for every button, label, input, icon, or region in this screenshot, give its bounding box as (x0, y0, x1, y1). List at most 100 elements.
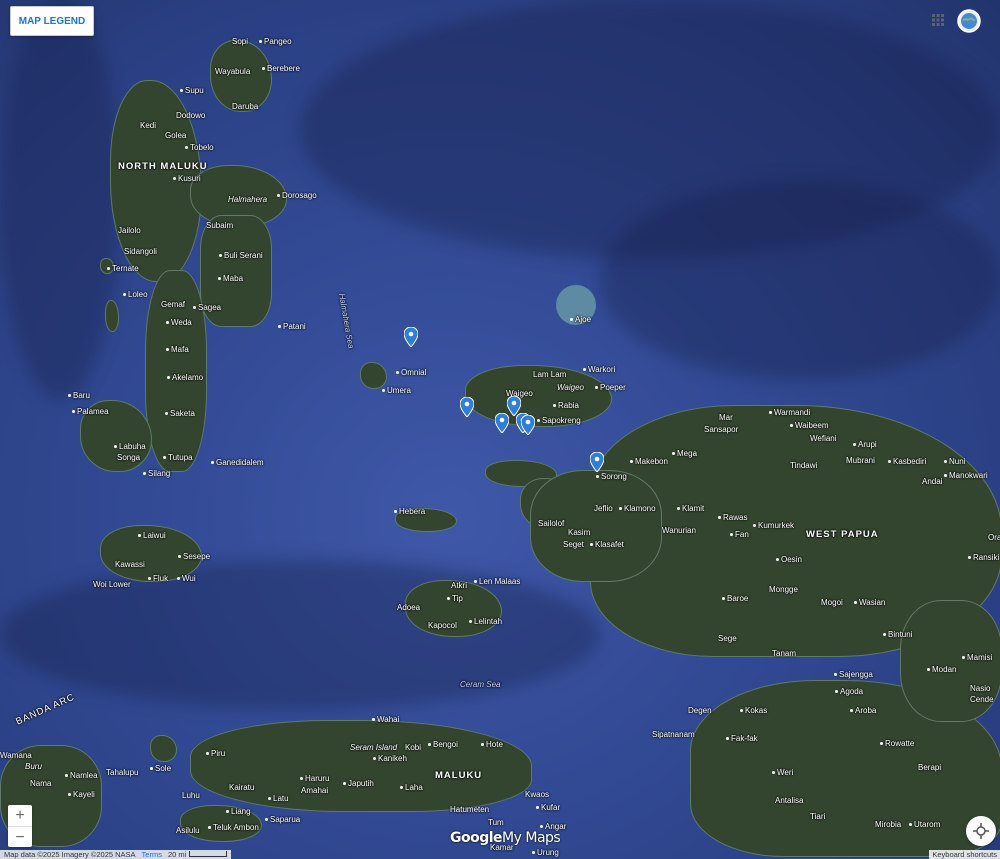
place-label: Dorosago (277, 191, 317, 201)
place-label: Weda (166, 318, 192, 328)
map-legend-button[interactable]: MAP LEGEND (10, 6, 94, 36)
place-label: Pangeo (259, 37, 292, 47)
place-label: Tanam (772, 649, 797, 658)
place-label: Umera (382, 386, 411, 396)
place-label: Rawas (718, 513, 747, 523)
place-label: Poeper (595, 383, 626, 393)
map-marker-icon[interactable] (495, 413, 509, 433)
place-label: Wefiani (810, 434, 837, 443)
place-label: Kokas (740, 706, 767, 716)
region-label-maluku: MALUKU (435, 770, 483, 781)
place-label: Lelintah (469, 617, 502, 627)
locate-me-button[interactable] (966, 816, 996, 846)
place-label: Fak-fak (726, 734, 758, 744)
place-label: Dodowo (176, 111, 206, 120)
place-label: Patani (278, 322, 306, 332)
place-label: Agoda (835, 687, 863, 697)
place-label: Haruru (300, 774, 329, 784)
place-label: Arupi (853, 440, 877, 450)
place-label: Sidangoli (124, 247, 157, 256)
place-label: Kusuri (173, 174, 201, 184)
island-label-seram: Seram Island (350, 743, 398, 752)
place-label: Baru (68, 391, 90, 401)
place-label: Sapokreng (537, 416, 581, 426)
globe-account-icon[interactable] (957, 9, 981, 33)
place-label: Nama (30, 779, 52, 788)
map-marker-icon[interactable] (460, 397, 474, 417)
island-label-halmahera: Halmahera (228, 195, 268, 204)
place-label: Asilulu (176, 826, 200, 835)
zoom-out-button[interactable]: − (8, 827, 32, 848)
place-label: Rowatte (880, 739, 914, 749)
place-label: Silang (143, 469, 170, 479)
place-label: Aroba (850, 706, 876, 716)
place-label: Seget (563, 540, 584, 549)
landmass-seram (190, 720, 532, 812)
place-label: Latu (268, 794, 289, 804)
seafloor-ridge (0, 0, 120, 400)
place-label: Laha (400, 783, 423, 793)
place-label: Omnial (396, 368, 426, 378)
place-label: Subaim (206, 221, 234, 230)
terms-link[interactable]: Terms (142, 850, 162, 859)
place-label: Andai (922, 477, 943, 486)
apps-grid-icon[interactable] (932, 14, 944, 26)
place-label: Manokwari (944, 471, 988, 481)
place-label: Kairatu (229, 783, 255, 792)
place-label: Gemaf (161, 300, 186, 309)
place-label: Luhu (182, 791, 200, 800)
place-label: Teluk Ambon (208, 823, 259, 833)
scale-bar[interactable]: 20 mi (168, 850, 228, 859)
place-label: Saketa (165, 409, 195, 419)
sea-label-ceram: Ceram Sea (460, 680, 501, 689)
place-label: Kumurkek (753, 521, 794, 531)
place-label: Namlea (65, 771, 98, 781)
place-label: Jeflio (594, 504, 613, 513)
landmass-kayoa (105, 300, 119, 332)
place-label: Sesepe (178, 552, 210, 562)
place-label: Klasafet (590, 540, 624, 550)
place-label: Japutih (343, 779, 374, 789)
region-label-west-papua: WEST PAPUA (806, 529, 879, 540)
region-label-north-maluku: NORTH MALUKU (118, 161, 208, 172)
place-label: Warkori (583, 365, 615, 375)
place-label: Loleo (123, 290, 148, 300)
place-label: Tip (447, 594, 463, 604)
place-label: Maba (218, 274, 243, 284)
place-label: Jailolo (118, 226, 141, 235)
place-label: Tahalupu (106, 768, 139, 777)
locate-me-icon (973, 823, 989, 839)
map-marker-icon[interactable] (404, 327, 418, 347)
logo-google-text: Google (450, 830, 503, 846)
place-label: Nasio (970, 684, 991, 693)
place-label: Wanurian (662, 526, 696, 535)
place-label: Ransiki (968, 553, 999, 563)
place-label: Tobelo (185, 143, 214, 153)
place-label: Warmandi (769, 408, 810, 418)
place-label: Buli Serani (219, 251, 263, 261)
place-label: Kwaos (525, 790, 550, 799)
place-label: Berebere (262, 64, 300, 74)
place-label: Atkri (451, 581, 467, 590)
place-label: Sorong (596, 472, 627, 482)
place-label: Sege (718, 634, 737, 643)
place-label: Utarom (909, 820, 940, 830)
place-label: Weri (772, 768, 793, 778)
zoom-in-button[interactable]: + (8, 805, 32, 827)
place-label: Nuni (944, 457, 965, 467)
region-label-banda-arc: BANDA ARC (14, 691, 77, 728)
sea-label-halmahera: Halmahera Sea (337, 292, 356, 350)
keyboard-shortcuts-link[interactable]: Keyboard shortcuts (929, 850, 1000, 859)
map-marker-icon[interactable] (521, 415, 535, 435)
place-label: Sopi (232, 37, 249, 46)
map-marker-icon[interactable] (590, 452, 604, 472)
place-label: Mubrani (846, 456, 875, 465)
place-label: Ajoe (570, 315, 591, 325)
place-label: Wahai (372, 715, 399, 725)
place-label: Mamisi (962, 653, 992, 663)
place-label: Bengoi (428, 740, 458, 750)
place-label: Sagea (193, 303, 221, 313)
map-canvas[interactable]: NORTH MALUKU WEST PAPUA MALUKU BANDA ARC… (0, 0, 1000, 859)
place-label: Tindawi (790, 461, 818, 470)
place-label: Adoea (397, 603, 421, 612)
